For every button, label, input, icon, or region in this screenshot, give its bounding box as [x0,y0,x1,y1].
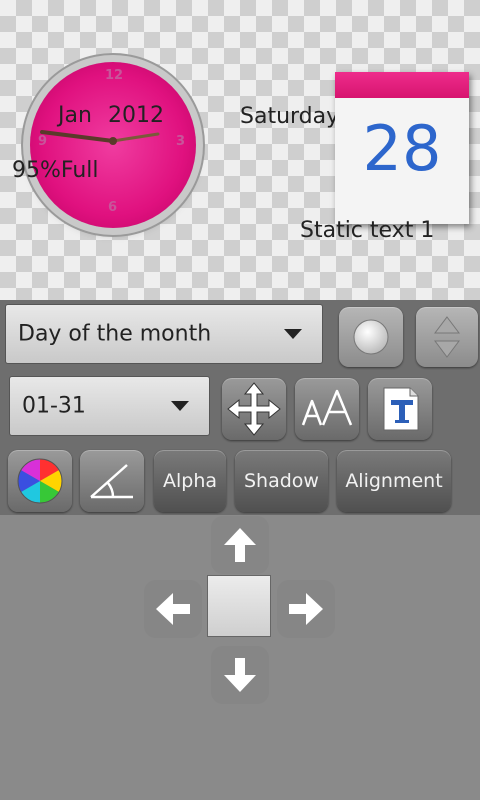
color-button[interactable] [8,450,72,512]
chevron-down-icon [171,401,189,411]
clock-hands [40,130,160,145]
font-size-icon [301,389,353,426]
up-down-arrows-icon [434,316,460,358]
move-right-button[interactable] [277,580,335,638]
battery-text[interactable]: 95%Full [12,158,99,183]
font-size-button[interactable] [295,378,359,440]
arrow-down-icon [224,658,256,692]
chevron-down-icon [284,329,302,339]
calendar-day: 28 [362,112,442,185]
angle-button[interactable] [80,450,144,512]
analog-clock[interactable]: 12 3 6 9 [30,62,196,228]
field-dropdown[interactable]: Day of the month [5,304,323,364]
format-dropdown[interactable]: 01-31 [9,376,210,436]
alignment-button[interactable]: Alignment [337,450,451,512]
font-t-icon [383,387,419,431]
field-dropdown-label: Day of the month [18,321,212,347]
center-button[interactable] [207,575,271,637]
alpha-button[interactable]: Alpha [154,450,226,512]
arrow-up-icon [224,528,256,562]
format-dropdown-label: 01-31 [22,393,86,419]
record-button[interactable] [339,307,403,367]
shadow-button[interactable]: Shadow [235,450,328,512]
static-text[interactable]: Static text 1 [300,218,434,243]
arrow-left-icon [156,593,190,625]
move-up-button[interactable] [211,516,269,574]
weekday-text[interactable]: Saturday [240,104,339,129]
calendar-widget[interactable]: 28 [335,72,469,224]
font-button[interactable] [368,378,432,440]
clock-year-text: 2012 [108,103,164,128]
arrow-right-icon [289,593,323,625]
move-down-button[interactable] [211,646,269,704]
calendar-header [335,72,469,98]
color-wheel-icon [17,458,63,504]
move-arrows-icon [227,382,281,436]
widget-preview: 12 3 6 9 Jan 2012 95%Full Saturday 28 St… [0,0,480,300]
move-button[interactable] [222,378,286,440]
clock-month-text: Jan [58,103,92,128]
up-down-stepper[interactable] [416,307,478,367]
circle-icon [353,319,389,355]
angle-icon [90,464,133,499]
move-left-button[interactable] [144,580,202,638]
